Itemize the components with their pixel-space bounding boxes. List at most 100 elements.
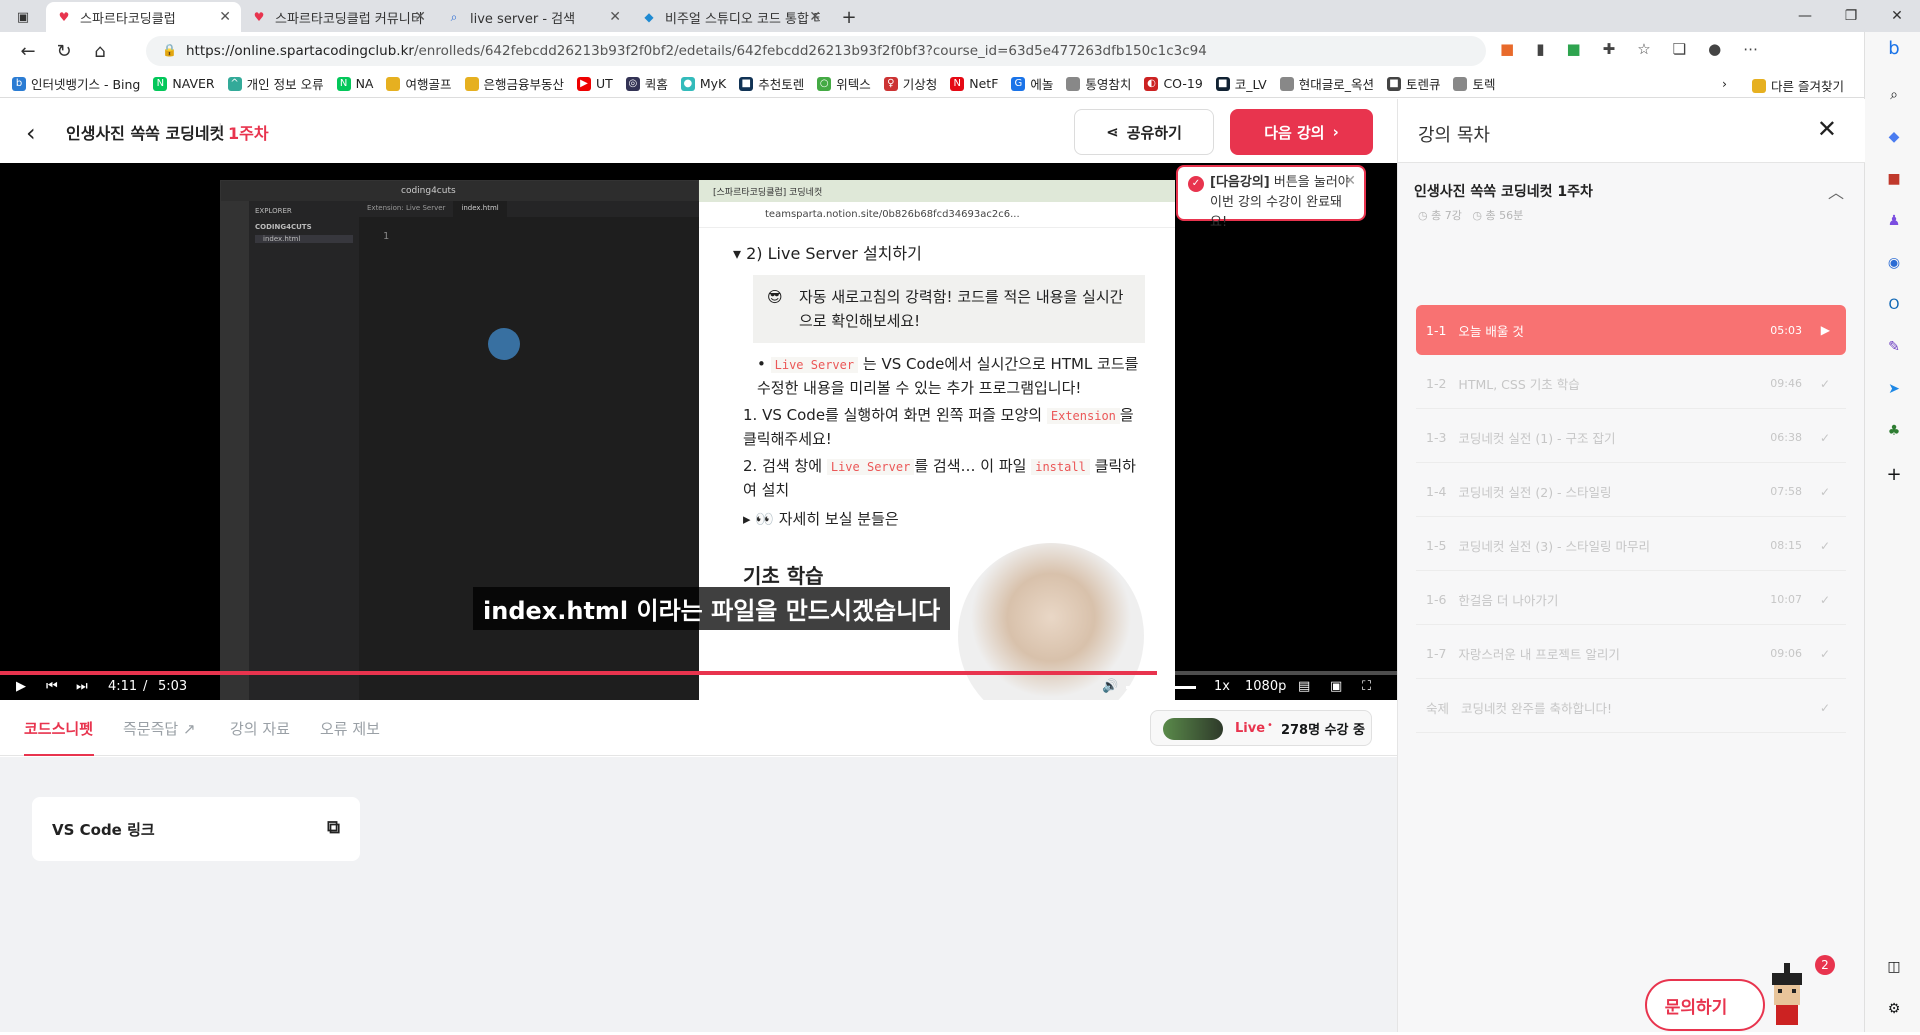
bookmark-item[interactable]: ■ 토렌큐 — [1386, 74, 1440, 93]
tab-qna[interactable]: 즉문즉답 ↗ — [123, 718, 196, 739]
bookmark-item[interactable]: N NetF — [950, 76, 998, 91]
lesson-item[interactable]: 1-2 HTML, CSS 기초 학습 09:46 ✓ — [1416, 359, 1846, 409]
new-tab-button[interactable]: + — [831, 2, 867, 32]
chevron-right-icon[interactable]: › — [1722, 76, 1727, 91]
close-window-button[interactable]: ✕ — [1874, 0, 1920, 32]
more-icon[interactable]: ⋯ — [1743, 40, 1758, 58]
back-button[interactable]: ← — [10, 35, 46, 67]
bing-chat-icon[interactable]: b — [1883, 38, 1905, 60]
close-tab-icon[interactable]: ✕ — [414, 9, 426, 25]
lesson-title: 자랑스러운 내 프로젝트 알리기 — [1458, 647, 1620, 662]
lesson-item[interactable]: 1-7 자랑스러운 내 프로젝트 알리기 09:06 ✓ — [1416, 629, 1846, 679]
lesson-item[interactable]: 1-5 코딩네컷 실전 (3) - 스타일링 마무리 08:15 ✓ — [1416, 521, 1846, 571]
bookmark-item[interactable]: 토렉 — [1453, 74, 1495, 93]
browser-tab-0[interactable]: ♥ 스파르타코딩클럽 ✕ — [46, 2, 241, 32]
office-icon[interactable]: ◉ — [1883, 252, 1905, 274]
speed-button[interactable]: 1x — [1214, 679, 1230, 694]
restore-button[interactable]: ❐ — [1828, 0, 1874, 32]
refresh-button[interactable]: ↻ — [46, 35, 82, 67]
close-tab-icon[interactable]: ✕ — [219, 9, 231, 25]
tab-code-snippet[interactable]: 코드스니펫 — [24, 718, 93, 739]
toc-header: 강의 목차 ✕ — [1398, 99, 1865, 163]
volume-icon[interactable]: 🔊 — [1102, 679, 1118, 694]
bookmark-item[interactable]: 현대글로_옥션 — [1279, 74, 1374, 93]
home-button[interactable]: ⌂ — [82, 35, 118, 67]
tree-icon[interactable]: ♣ — [1883, 420, 1905, 442]
add-icon[interactable]: + — [1883, 464, 1905, 486]
bookmark-item[interactable]: 은행금융부동산 — [464, 74, 564, 93]
bookmark-item[interactable]: N NA — [336, 76, 373, 91]
bookmark-item[interactable]: ○ 위텍스 — [817, 74, 871, 93]
profile-icon[interactable]: ● — [1708, 40, 1721, 58]
play-icon[interactable]: ▶ — [16, 679, 26, 694]
briefcase-icon[interactable]: ■ — [1883, 168, 1905, 190]
bookmark-item[interactable]: N NAVER — [153, 76, 215, 91]
bookmark-item[interactable]: ■ 코_LV — [1215, 74, 1267, 93]
gear-icon[interactable]: ⚙ — [1883, 998, 1905, 1020]
close-icon[interactable]: ✕ — [1344, 171, 1356, 191]
snippet-card[interactable]: VS Code 링크 ⧉ — [32, 797, 360, 861]
back-icon[interactable]: ‹ — [26, 119, 36, 147]
tab-report-error[interactable]: 오류 제보 — [320, 718, 380, 739]
pip-icon[interactable]: ▣ — [1330, 679, 1342, 694]
lesson-item[interactable]: 1-4 코딩네컷 실전 (2) - 스타일링 07:58 ✓ — [1416, 467, 1846, 517]
bookmark-icon: ▶ — [577, 76, 592, 91]
outlook-icon[interactable]: O — [1883, 294, 1905, 316]
video-player[interactable]: coding4cuts EXPLORER CODING4CUTS index.h… — [0, 163, 1397, 700]
share-button[interactable]: ⋖ 공유하기 — [1074, 109, 1214, 155]
close-tab-icon[interactable]: ✕ — [809, 9, 821, 25]
lesson-item[interactable]: 1-3 코딩네컷 실전 (1) - 구조 잡기 06:38 ✓ — [1416, 413, 1846, 463]
favorites-icon[interactable]: ☆ — [1637, 40, 1650, 58]
fullscreen-icon[interactable]: ⛶ — [1362, 679, 1371, 694]
bookmark-icon: ● — [680, 76, 695, 91]
ask-button[interactable]: 문의하기 — [1645, 979, 1765, 1031]
designer-icon[interactable]: ✎ — [1883, 336, 1905, 358]
bookmark-item[interactable]: ▶ UT — [577, 76, 613, 91]
tag-icon[interactable]: ◆ — [1883, 126, 1905, 148]
chevron-up-icon[interactable]: ︿ — [1828, 179, 1844, 203]
home-icon: ⌂ — [94, 40, 106, 62]
extension-icon[interactable]: ▮ — [1536, 40, 1544, 58]
browser-tab-1[interactable]: ♥ 스파르타코딩클럽 커뮤니티 | 스파 ✕ — [241, 2, 436, 32]
puzzle-icon[interactable]: ✚ — [1603, 40, 1616, 58]
volume-slider[interactable] — [1126, 686, 1196, 689]
quality-button[interactable]: 1080p — [1245, 679, 1286, 694]
copy-icon[interactable]: ⧉ — [327, 817, 340, 838]
url-input[interactable]: 🔒 https://online.spartacodingclub.kr/enr… — [146, 36, 1486, 66]
bookmark-item[interactable]: 여행골프 — [386, 74, 452, 93]
extension-icon[interactable]: ■ — [1500, 40, 1514, 58]
bookmark-item[interactable]: 통영참치 — [1066, 74, 1131, 93]
bookmark-item[interactable]: b 인터넷뱅기스 - Bing — [12, 74, 140, 93]
next-lecture-button[interactable]: 다음 강의 › — [1230, 109, 1373, 155]
bookmark-item[interactable]: G 에놀 — [1011, 74, 1053, 93]
lesson-item[interactable]: 숙제 코딩네컷 완주를 축하합니다! ✓ — [1416, 683, 1846, 733]
sidebar-toggle-icon[interactable]: ◫ — [1883, 956, 1905, 978]
search-icon[interactable]: ⌕ — [1883, 84, 1905, 106]
bookmark-item[interactable]: ■ 추천토렌 — [739, 74, 804, 93]
collections-icon[interactable]: ❏ — [1673, 40, 1686, 58]
bookmark-item[interactable]: ● MyK — [680, 76, 726, 91]
next-icon[interactable]: ⏭ — [76, 679, 88, 694]
send-icon[interactable]: ➤ — [1883, 378, 1905, 400]
previous-icon[interactable]: ⏮ — [46, 679, 58, 694]
bookmark-item[interactable]: ◎ 퀵홈 — [625, 74, 668, 93]
other-bookmarks[interactable]: 다른 즐겨찾기 — [1752, 76, 1844, 95]
lesson-item[interactable]: 1-1 오늘 배울 것 05:03 ▶ — [1416, 305, 1846, 355]
lesson-item[interactable]: 1-6 한걸음 더 나아가기 10:07 ✓ — [1416, 575, 1846, 625]
minimize-button[interactable]: — — [1782, 0, 1828, 32]
captions-icon[interactable]: ▤ — [1298, 679, 1310, 694]
notion-callout: 😎 자동 새로고침의 강력함! 코드를 적은 내용을 실시간으로 확인해보세요! — [753, 275, 1145, 343]
bookmark-item[interactable]: ◐ CO-19 — [1144, 76, 1203, 91]
tab-materials[interactable]: 강의 자료 — [230, 718, 290, 739]
extension-icon[interactable]: ■ — [1566, 40, 1580, 58]
browser-tab-3[interactable]: ◆ 비주얼 스튜디오 코드 통합 터미 ✕ — [631, 2, 831, 32]
browser-tab-2[interactable]: ⌕ live server - 검색 ✕ — [436, 2, 631, 32]
bookmark-item[interactable]: ♀ 기상청 — [883, 74, 937, 93]
close-tab-icon[interactable]: ✕ — [609, 9, 621, 25]
games-icon[interactable]: ♟ — [1883, 210, 1905, 232]
close-icon[interactable]: ✕ — [1817, 115, 1837, 143]
mascot-icon[interactable] — [1760, 961, 1816, 1031]
bookmark-item[interactable]: ^ 개인 정보 오류 — [227, 74, 324, 93]
video-progress-bar[interactable] — [0, 671, 1397, 675]
tab-actions-button[interactable]: ▣ — [0, 2, 46, 32]
